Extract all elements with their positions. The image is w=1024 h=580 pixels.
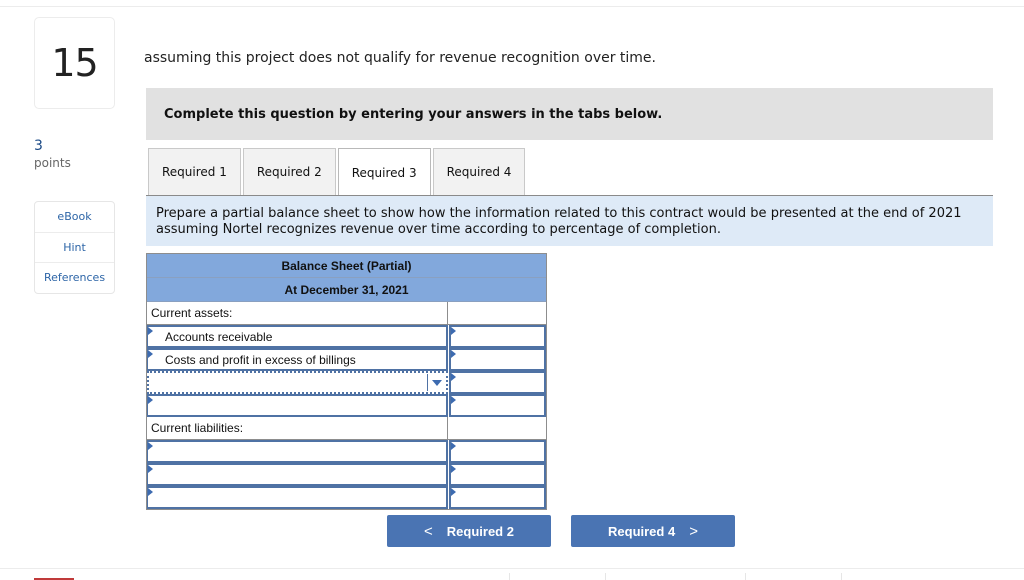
- table-row: [147, 394, 546, 417]
- input-flag-icon: [451, 327, 456, 335]
- footer-separator: [841, 573, 842, 580]
- input-flag-icon: [148, 442, 153, 450]
- required-tabs: Required 1 Required 2 Required 3 Require…: [148, 148, 527, 196]
- tab-required-4[interactable]: Required 4: [432, 148, 526, 195]
- account-label-input[interactable]: Costs and profit in excess of billings: [147, 348, 448, 371]
- empty-value-cell: [448, 302, 546, 325]
- question-intro-text: assuming this project does not qualify f…: [144, 50, 656, 66]
- input-flag-icon: [451, 350, 456, 358]
- points-label: points: [34, 156, 71, 170]
- table-row: Current assets:: [147, 302, 546, 325]
- next-required-button[interactable]: Required 4 >: [571, 515, 735, 547]
- sidebar-item-hint[interactable]: Hint: [35, 233, 114, 263]
- table-row: [147, 371, 546, 394]
- table-row: [147, 440, 546, 463]
- amount-input[interactable]: [449, 325, 546, 348]
- amount-input[interactable]: [449, 394, 546, 417]
- input-flag-icon: [148, 488, 153, 496]
- section-heading-current-assets: Current assets:: [147, 302, 448, 325]
- account-label-input[interactable]: [147, 440, 448, 463]
- resource-sidebar: eBook Hint References: [34, 201, 115, 294]
- amount-input[interactable]: [449, 440, 546, 463]
- footer-separator: [509, 573, 510, 580]
- instruction-line-1: Prepare a partial balance sheet to show …: [156, 206, 962, 221]
- tab-required-1[interactable]: Required 1: [148, 148, 241, 195]
- points-value: 3: [34, 138, 43, 154]
- instructions-banner: Complete this question by entering your …: [146, 88, 993, 140]
- account-label-input[interactable]: Accounts receivable: [147, 325, 448, 348]
- account-label-input[interactable]: [147, 486, 448, 509]
- instruction-line-2: assuming Nortel recognizes revenue over …: [156, 221, 721, 237]
- balance-sheet-title: Balance Sheet (Partial): [147, 254, 546, 278]
- section-heading-current-liabilities: Current liabilities:: [147, 417, 448, 440]
- footer-separator: [745, 573, 746, 580]
- footer-separator: [605, 573, 606, 580]
- balance-sheet-date: At December 31, 2021: [147, 278, 546, 302]
- top-divider: [0, 6, 1024, 7]
- banner-text: Complete this question by entering your …: [164, 106, 663, 122]
- account-dropdown[interactable]: [147, 371, 448, 394]
- sidebar-item-references[interactable]: References: [35, 263, 114, 293]
- next-button-label: Required 4: [608, 523, 676, 539]
- amount-input[interactable]: [449, 463, 546, 486]
- chevron-right-icon: >: [689, 522, 698, 540]
- amount-input[interactable]: [449, 348, 546, 371]
- requirement-instructions: Prepare a partial balance sheet to show …: [146, 196, 993, 246]
- chevron-down-icon[interactable]: [427, 374, 446, 391]
- table-row: [147, 463, 546, 486]
- input-flag-icon: [451, 465, 456, 473]
- input-flag-icon: [148, 396, 153, 404]
- account-label-input[interactable]: [147, 463, 448, 486]
- account-label-text: Costs and profit in excess of billings: [165, 352, 356, 367]
- question-number: 15: [34, 17, 115, 109]
- sidebar-item-ebook[interactable]: eBook: [35, 202, 114, 233]
- previous-required-button[interactable]: < Required 2: [387, 515, 551, 547]
- input-flag-icon: [451, 488, 456, 496]
- balance-sheet-table: Balance Sheet (Partial) At December 31, …: [146, 253, 547, 510]
- chevron-left-icon: <: [424, 522, 433, 540]
- input-flag-icon: [451, 442, 456, 450]
- bottom-divider: [0, 568, 1024, 569]
- table-row: Accounts receivable: [147, 325, 546, 348]
- previous-button-label: Required 2: [446, 523, 514, 539]
- input-flag-icon: [148, 350, 153, 358]
- empty-value-cell: [448, 417, 546, 440]
- table-row: Current liabilities:: [147, 417, 546, 440]
- amount-input[interactable]: [449, 371, 546, 394]
- amount-input[interactable]: [449, 486, 546, 509]
- table-row: [147, 486, 546, 509]
- tab-required-2[interactable]: Required 2: [242, 148, 336, 195]
- input-flag-icon: [148, 327, 153, 335]
- table-row: Costs and profit in excess of billings: [147, 348, 546, 371]
- input-flag-icon: [451, 396, 456, 404]
- input-flag-icon: [148, 465, 153, 473]
- input-flag-icon: [451, 373, 456, 381]
- tab-required-3[interactable]: Required 3: [337, 148, 431, 196]
- account-label-text: Accounts receivable: [165, 329, 273, 344]
- account-label-input[interactable]: [147, 394, 448, 417]
